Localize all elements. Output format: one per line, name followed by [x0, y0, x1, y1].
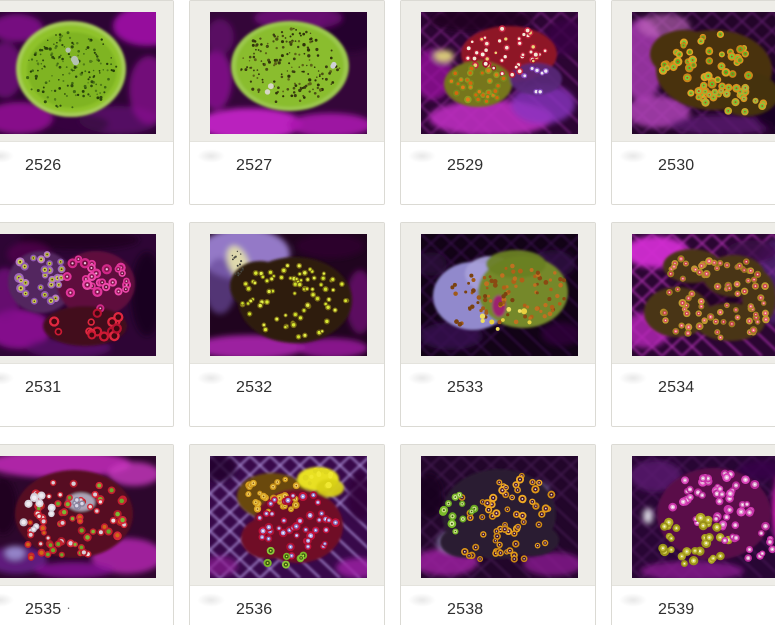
caption-shadow-artifact — [197, 593, 225, 607]
caption-area: 2527 — [190, 142, 384, 204]
coral-photo-thumbnail[interactable] — [632, 456, 775, 578]
caption-shadow-artifact — [619, 149, 647, 163]
caption-shadow-artifact — [408, 149, 436, 163]
coral-photo-thumbnail[interactable] — [210, 456, 367, 578]
gallery-card[interactable]: 2526 — [0, 0, 174, 205]
thumbnail-frame — [401, 445, 595, 586]
gallery-card[interactable]: 2532 — [189, 222, 385, 427]
photo-id-label: 2530 — [658, 157, 695, 174]
caption-shadow-artifact — [0, 371, 14, 385]
gallery-card[interactable]: 2529 — [400, 0, 596, 205]
caption-shadow-artifact — [197, 149, 225, 163]
thumbnail-frame — [612, 445, 775, 586]
gallery-viewport: 2526 2527 2529 2530 2531 2532 2533 2534 … — [0, 0, 775, 625]
caption-area: 2538 — [401, 586, 595, 625]
caption-area: 2535 · — [0, 586, 173, 625]
gallery-card[interactable]: 2530 — [611, 0, 775, 205]
caption-shadow-artifact — [619, 371, 647, 385]
thumbnail-frame — [0, 445, 173, 586]
coral-photo-thumbnail[interactable] — [210, 12, 367, 134]
thumbnail-frame — [0, 1, 173, 142]
photo-id-label: 2538 — [447, 601, 484, 618]
thumbnail-frame — [612, 1, 775, 142]
gallery-card[interactable]: 2527 — [189, 0, 385, 205]
thumbnail-frame — [0, 223, 173, 364]
thumbnail-frame — [190, 445, 384, 586]
thumbnail-frame — [190, 1, 384, 142]
coral-photo-thumbnail[interactable] — [421, 456, 578, 578]
caption-shadow-artifact — [197, 371, 225, 385]
thumbnail-frame — [401, 1, 595, 142]
caption-area: 2531 — [0, 364, 173, 426]
caption-shadow-artifact — [0, 149, 14, 163]
coral-photo-thumbnail[interactable] — [421, 234, 578, 356]
photo-id-label: 2533 — [447, 379, 484, 396]
caption-area: 2532 — [190, 364, 384, 426]
gallery-card[interactable]: 2536 — [189, 444, 385, 625]
photo-id-label: 2539 — [658, 601, 695, 618]
thumbnail-frame — [401, 223, 595, 364]
gallery-card[interactable]: 2535 · — [0, 444, 174, 625]
caption-shadow-artifact — [408, 371, 436, 385]
photo-id-label: 2529 — [447, 157, 484, 174]
coral-photo-thumbnail[interactable] — [0, 234, 156, 356]
caption-shadow-artifact — [408, 593, 436, 607]
photo-id-suffix: · — [66, 600, 71, 615]
photo-id-label: 2536 — [236, 601, 273, 618]
thumbnail-frame — [190, 223, 384, 364]
photo-id-label: 2535 — [25, 601, 62, 618]
photo-id-label: 2531 — [25, 379, 62, 396]
gallery-card[interactable]: 2538 — [400, 444, 596, 625]
caption-area: 2529 — [401, 142, 595, 204]
caption-shadow-artifact — [619, 593, 647, 607]
gallery-card[interactable]: 2539 — [611, 444, 775, 625]
photo-id-label: 2534 — [658, 379, 695, 396]
gallery-card[interactable]: 2534 — [611, 222, 775, 427]
caption-area: 2530 — [612, 142, 775, 204]
caption-area: 2526 — [0, 142, 173, 204]
caption-area: 2536 — [190, 586, 384, 625]
coral-photo-thumbnail[interactable] — [210, 234, 367, 356]
gallery-grid: 2526 2527 2529 2530 2531 2532 2533 2534 … — [0, 0, 775, 625]
caption-area: 2539 — [612, 586, 775, 625]
coral-photo-thumbnail[interactable] — [632, 234, 775, 356]
caption-area: 2534 — [612, 364, 775, 426]
caption-area: 2533 — [401, 364, 595, 426]
photo-id-label: 2526 — [25, 157, 62, 174]
photo-id-label: 2532 — [236, 379, 273, 396]
coral-photo-thumbnail[interactable] — [421, 12, 578, 134]
coral-photo-thumbnail[interactable] — [0, 456, 156, 578]
gallery-card[interactable]: 2533 — [400, 222, 596, 427]
photo-id-label: 2527 — [236, 157, 273, 174]
gallery-card[interactable]: 2531 — [0, 222, 174, 427]
thumbnail-frame — [612, 223, 775, 364]
coral-photo-thumbnail[interactable] — [0, 12, 156, 134]
coral-photo-thumbnail[interactable] — [632, 12, 775, 134]
caption-shadow-artifact — [0, 593, 14, 607]
